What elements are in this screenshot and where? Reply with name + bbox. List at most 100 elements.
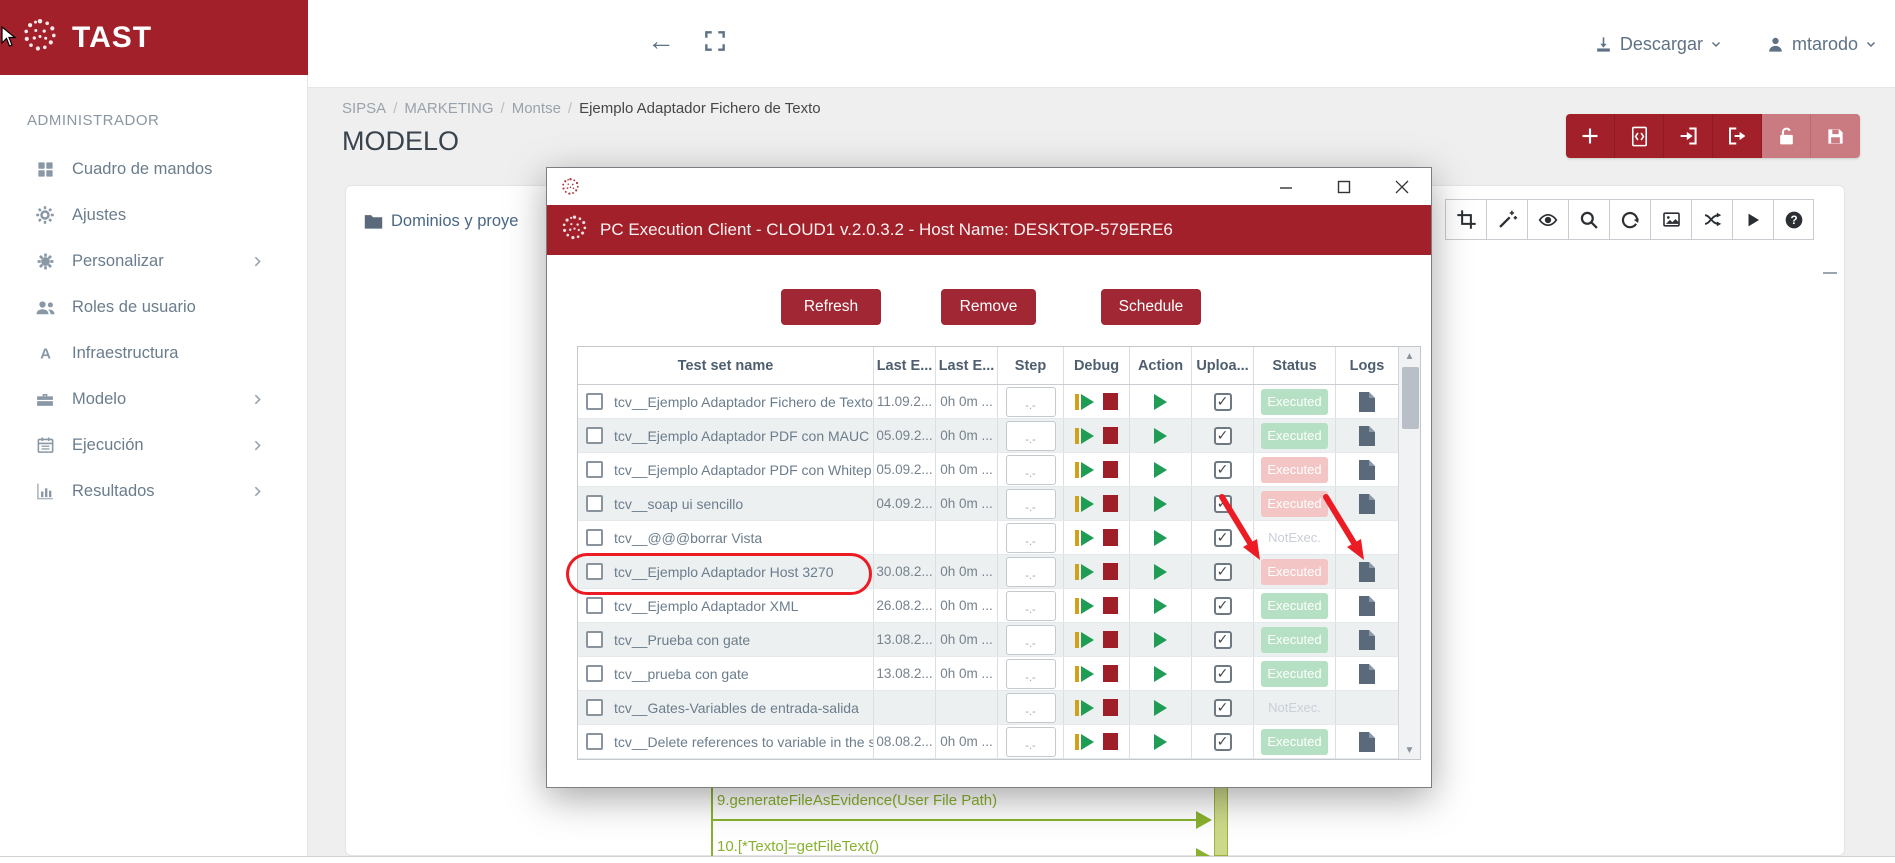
sidebar-item-infraestructura[interactable]: A Infraestructura (0, 330, 308, 376)
upload-checkbox[interactable]: ✓ (1213, 630, 1232, 649)
stop-icon[interactable] (1103, 427, 1118, 444)
debug-play-icon[interactable] (1075, 563, 1094, 580)
run-action-icon[interactable] (1154, 393, 1167, 410)
row-checkbox[interactable] (586, 427, 603, 444)
run-action-icon[interactable] (1154, 665, 1167, 682)
magic-wand-button[interactable] (1486, 199, 1527, 240)
upload-checkbox[interactable]: ✓ (1213, 664, 1232, 683)
breadcrumb-link[interactable]: Montse (512, 100, 561, 117)
stop-icon[interactable] (1103, 461, 1118, 478)
debug-play-icon[interactable] (1075, 699, 1094, 716)
row-checkbox[interactable] (586, 597, 603, 614)
plus-button[interactable] (1566, 114, 1615, 158)
step-input[interactable]: -.- (1005, 590, 1056, 621)
schedule-button[interactable]: Schedule (1101, 289, 1201, 325)
sidebar-item-personalizar[interactable]: Personalizar (0, 238, 308, 284)
debug-play-icon[interactable] (1075, 495, 1094, 512)
refresh-button[interactable]: Refresh (781, 289, 881, 325)
stop-icon[interactable] (1103, 631, 1118, 648)
breadcrumb-link[interactable]: SIPSA (342, 100, 386, 117)
step-input[interactable]: -.- (1005, 454, 1056, 485)
step-input[interactable]: -.- (1005, 556, 1056, 587)
run-action-icon[interactable] (1154, 529, 1167, 546)
user-menu[interactable]: mtarodo (1766, 34, 1877, 55)
upload-checkbox[interactable]: ✓ (1213, 528, 1232, 547)
table-scrollbar[interactable]: ▲ ▼ (1398, 347, 1420, 759)
run-action-icon[interactable] (1154, 699, 1167, 716)
logs-file-icon[interactable] (1359, 595, 1375, 616)
step-input[interactable]: -.- (1005, 522, 1056, 553)
crop-button[interactable] (1445, 199, 1486, 240)
debug-play-icon[interactable] (1075, 461, 1094, 478)
row-checkbox[interactable] (586, 461, 603, 478)
upload-checkbox[interactable]: ✓ (1213, 494, 1232, 513)
debug-play-icon[interactable] (1075, 597, 1094, 614)
fullscreen-icon[interactable] (702, 28, 728, 54)
run-action-icon[interactable] (1154, 597, 1167, 614)
debug-play-icon[interactable] (1075, 665, 1094, 682)
sidebar-item-ejecuci-n[interactable]: Ejecución (0, 422, 308, 468)
debug-play-icon[interactable] (1075, 733, 1094, 750)
logs-file-icon[interactable] (1359, 391, 1375, 412)
window-close-button[interactable] (1373, 172, 1431, 202)
row-checkbox[interactable] (586, 563, 603, 580)
upload-checkbox[interactable]: ✓ (1213, 392, 1232, 411)
help-button[interactable]: ? (1773, 199, 1814, 240)
upload-checkbox[interactable]: ✓ (1213, 732, 1232, 751)
row-checkbox[interactable] (586, 733, 603, 750)
run-action-icon[interactable] (1154, 495, 1167, 512)
download-menu[interactable]: Descargar (1594, 34, 1722, 55)
shuffle-button[interactable] (1691, 199, 1732, 240)
run-action-icon[interactable] (1154, 427, 1167, 444)
sign-out-button[interactable] (1713, 114, 1762, 158)
debug-play-icon[interactable] (1075, 631, 1094, 648)
sign-in-button[interactable] (1664, 114, 1713, 158)
debug-play-icon[interactable] (1075, 529, 1094, 546)
window-titlebar[interactable] (547, 168, 1431, 205)
logs-file-icon[interactable] (1359, 459, 1375, 480)
debug-play-icon[interactable] (1075, 427, 1094, 444)
app-logo-bar[interactable]: TAST (0, 0, 308, 75)
row-checkbox[interactable] (586, 699, 603, 716)
play-button[interactable] (1732, 199, 1773, 240)
logs-file-icon[interactable] (1359, 493, 1375, 514)
run-action-icon[interactable] (1154, 563, 1167, 580)
stop-icon[interactable] (1103, 665, 1118, 682)
row-checkbox[interactable] (586, 393, 603, 410)
run-action-icon[interactable] (1154, 461, 1167, 478)
run-action-icon[interactable] (1154, 631, 1167, 648)
stop-icon[interactable] (1103, 495, 1118, 512)
step-input[interactable]: -.- (1005, 658, 1056, 689)
breadcrumb-link[interactable]: MARKETING (404, 100, 493, 117)
image-button[interactable] (1650, 199, 1691, 240)
stop-icon[interactable] (1103, 597, 1118, 614)
step-input[interactable]: -.- (1005, 386, 1056, 417)
upload-checkbox[interactable]: ✓ (1213, 562, 1232, 581)
save-button[interactable] (1811, 114, 1860, 158)
step-input[interactable]: -.- (1005, 726, 1056, 757)
step-input[interactable]: -.- (1005, 488, 1056, 519)
run-action-icon[interactable] (1154, 733, 1167, 750)
stop-icon[interactable] (1103, 393, 1118, 410)
file-code-button[interactable] (1615, 114, 1664, 158)
search-button[interactable] (1568, 199, 1609, 240)
step-input[interactable]: -.- (1005, 692, 1056, 723)
row-checkbox[interactable] (586, 495, 603, 512)
sidebar-item-ajustes[interactable]: Ajustes (0, 192, 308, 238)
panel-collapse-dash[interactable] (1823, 272, 1837, 274)
scroll-down-icon[interactable]: ▼ (1399, 741, 1420, 759)
row-checkbox[interactable] (586, 631, 603, 648)
logs-file-icon[interactable] (1359, 425, 1375, 446)
remove-button[interactable]: Remove (941, 289, 1036, 325)
upload-checkbox[interactable]: ✓ (1213, 460, 1232, 479)
logs-file-icon[interactable] (1359, 629, 1375, 650)
step-input[interactable]: -.- (1005, 420, 1056, 451)
stop-icon[interactable] (1103, 733, 1118, 750)
unlock-button[interactable] (1762, 114, 1811, 158)
step-input[interactable]: -.- (1005, 624, 1056, 655)
sidebar-item-modelo[interactable]: Modelo (0, 376, 308, 422)
back-arrow-icon[interactable]: ← (644, 24, 678, 58)
scroll-up-icon[interactable]: ▲ (1399, 347, 1420, 365)
stop-icon[interactable] (1103, 563, 1118, 580)
row-checkbox[interactable] (586, 529, 603, 546)
